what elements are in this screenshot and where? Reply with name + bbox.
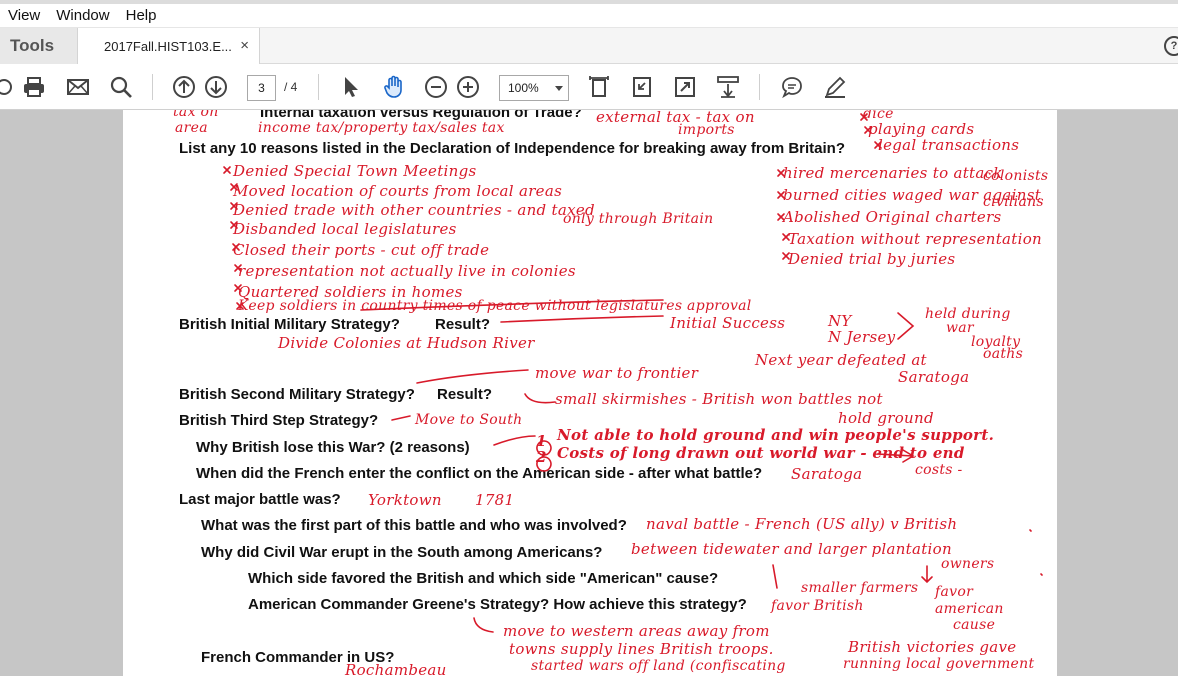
- toolbar-separator: [318, 74, 319, 100]
- zoom-in-icon[interactable]: [456, 75, 480, 99]
- rotate-icon[interactable]: [630, 75, 654, 99]
- print-icon[interactable]: [22, 75, 46, 99]
- page-up-icon[interactable]: [172, 75, 196, 99]
- page-number-input[interactable]: 3: [247, 75, 276, 101]
- highlight-pen-icon[interactable]: [823, 75, 847, 99]
- tab-document-title: 2017Fall.HIST103.E...: [104, 39, 232, 54]
- menu-window[interactable]: Window: [48, 7, 117, 24]
- page-total: / 4: [284, 80, 298, 94]
- chevron-down-icon: [555, 86, 563, 91]
- zoom-value: 100%: [508, 81, 539, 95]
- email-icon[interactable]: [66, 75, 90, 99]
- tab-tools[interactable]: Tools: [0, 28, 78, 64]
- fit-page-icon[interactable]: [587, 75, 611, 99]
- toolbar-separator: [759, 74, 760, 100]
- menu-help[interactable]: Help: [118, 7, 165, 24]
- zoom-level-select[interactable]: 100%: [499, 75, 569, 101]
- hand-tool-icon[interactable]: [382, 75, 406, 99]
- document-view[interactable]: Internal taxation versus Regulation of T…: [0, 110, 1178, 676]
- toolbar-separator: [152, 74, 153, 100]
- full-screen-icon[interactable]: [673, 75, 697, 99]
- select-arrow-icon[interactable]: [339, 75, 363, 99]
- scroll-mode-icon[interactable]: [716, 75, 740, 99]
- close-tab-icon[interactable]: ×: [240, 37, 249, 54]
- toolbar: 3 / 4 100%: [0, 64, 1178, 110]
- menu-view[interactable]: View: [0, 7, 48, 24]
- save-icon[interactable]: [0, 75, 16, 99]
- help-icon[interactable]: ?: [1164, 36, 1178, 56]
- comment-icon[interactable]: [780, 75, 804, 99]
- ink-strokes: [223, 113, 1043, 633]
- page-down-icon[interactable]: [204, 75, 228, 99]
- search-icon[interactable]: [109, 75, 133, 99]
- tab-bar: Tools 2017Fall.HIST103.E... × ?: [0, 28, 1178, 65]
- menu-bar: View Window Help: [0, 0, 1178, 28]
- pdf-page: Internal taxation versus Regulation of T…: [123, 110, 1057, 676]
- tab-document[interactable]: 2017Fall.HIST103.E... ×: [78, 28, 260, 65]
- zoom-out-icon[interactable]: [424, 75, 448, 99]
